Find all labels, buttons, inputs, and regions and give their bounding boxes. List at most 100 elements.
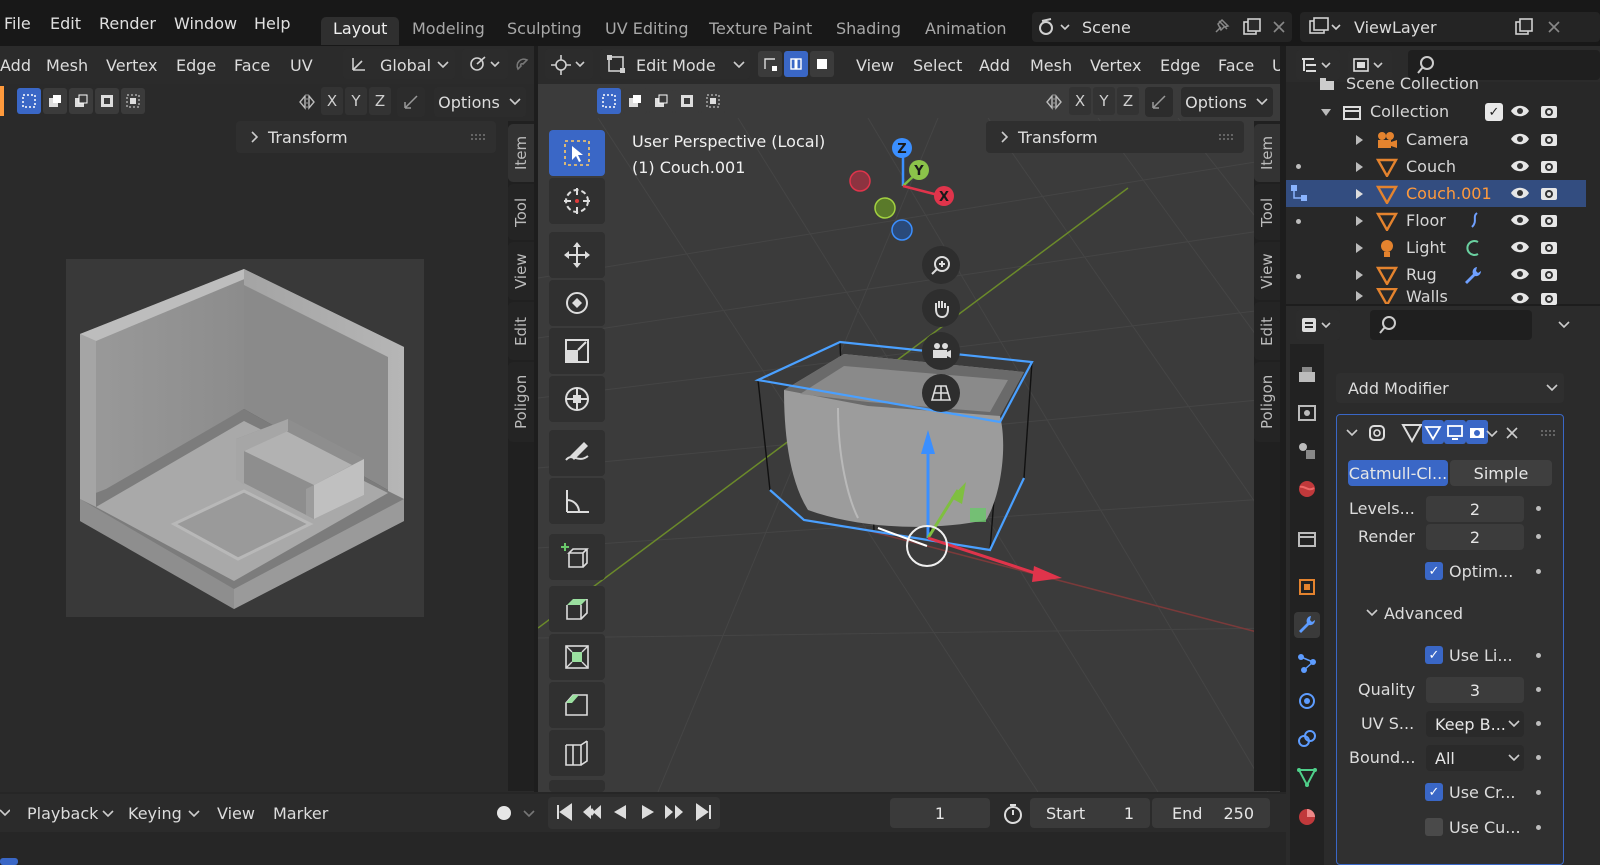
uv-options-dropdown[interactable]: Options [434, 87, 526, 117]
hide-in-viewport-icon[interactable] [1509, 101, 1531, 121]
playback-menu[interactable]: Playback [27, 804, 98, 823]
extrude-tool[interactable] [549, 586, 605, 632]
realtime-display-icon[interactable] [1444, 420, 1466, 444]
view-layer-properties-icon[interactable] [1294, 438, 1320, 464]
drag-handle-icon[interactable] [1540, 428, 1556, 438]
perspective-grid-icon[interactable] [922, 374, 960, 412]
viewport-sticky-icon[interactable] [1145, 87, 1173, 117]
keyframe-dot[interactable] [1536, 721, 1541, 726]
material-properties-icon[interactable] [1294, 804, 1320, 830]
select-intersect-icon[interactable] [121, 88, 145, 114]
uv-axis-x[interactable]: X [321, 87, 343, 115]
chevron-down-icon[interactable] [521, 806, 537, 822]
hand-pan-icon[interactable] [922, 289, 960, 327]
uv-tab-tool[interactable]: Tool [508, 184, 534, 240]
world-properties-icon[interactable] [1294, 476, 1320, 502]
add-menu[interactable]: Add [979, 56, 1010, 75]
use-creases-checkbox[interactable]: ✓ [1425, 783, 1443, 801]
uv-menu-face[interactable]: Face [234, 56, 270, 75]
jump-keyframe-next-icon[interactable] [662, 800, 686, 824]
tab-modeling[interactable]: Modeling [400, 17, 497, 45]
navigation-gizmo[interactable]: Z Y X [840, 130, 970, 250]
modifier-properties-icon[interactable] [1294, 612, 1320, 638]
viewport-tab-view[interactable]: View [1254, 242, 1280, 300]
disable-in-renders-icon[interactable] [1538, 237, 1560, 257]
uv-tab-edit[interactable]: Edit [508, 302, 534, 360]
menu-window[interactable]: Window [174, 14, 237, 33]
edge-select-icon[interactable] [784, 51, 808, 77]
optimal-display-checkbox[interactable]: ✓ [1425, 562, 1443, 580]
render-levels-field[interactable]: 2 [1426, 524, 1524, 550]
viewport-tab-tool[interactable]: Tool [1254, 184, 1280, 240]
timeline-scrollbar[interactable] [0, 858, 18, 865]
edge-menu[interactable]: Edge [1160, 56, 1200, 75]
keyframe-dot[interactable] [1536, 755, 1541, 760]
hide-in-viewport-icon[interactable] [1509, 291, 1531, 305]
collapse-chevron-icon[interactable] [1364, 604, 1380, 622]
chevron-down-icon[interactable] [0, 804, 10, 822]
disable-in-renders-icon[interactable] [1538, 291, 1560, 305]
hide-in-viewport-icon[interactable] [1509, 264, 1531, 284]
uv-axis-y[interactable]: Y [345, 87, 367, 115]
quality-field[interactable]: 3 [1426, 677, 1524, 703]
transform-orientation-label[interactable]: Global [380, 56, 431, 75]
uv-tab-item[interactable]: Item [508, 124, 534, 182]
chevron-down-icon[interactable] [1484, 426, 1500, 442]
properties-editor-type[interactable] [1296, 310, 1340, 340]
advanced-subpanel-label[interactable]: Advanced [1384, 604, 1463, 623]
menu-render[interactable]: Render [99, 14, 156, 33]
uv-tab-view[interactable]: View [508, 242, 534, 300]
keyframe-dot[interactable] [1536, 653, 1541, 658]
current-frame-field[interactable]: 1 [890, 798, 990, 828]
cursor-tool[interactable] [549, 178, 605, 224]
select-extend-icon[interactable] [623, 88, 647, 114]
viewport-axis-x[interactable]: X [1069, 87, 1091, 115]
levels-viewport-field[interactable]: 2 [1426, 496, 1524, 522]
scene-icon[interactable] [1036, 15, 1072, 39]
viewport-axis-y[interactable]: Y [1093, 87, 1115, 115]
rotate-tool[interactable] [549, 280, 605, 326]
uv-menu-truncated[interactable]: U [1272, 56, 1280, 75]
play-icon[interactable] [636, 800, 660, 824]
loop-cut-tool[interactable] [549, 730, 605, 776]
disable-in-renders-icon[interactable] [1538, 183, 1560, 203]
mode-label[interactable]: Edit Mode [636, 56, 716, 75]
new-scene-icon[interactable] [1240, 15, 1264, 39]
edit-mode-display-icon[interactable] [1400, 420, 1424, 444]
tab-uv-editing[interactable]: UV Editing [593, 17, 700, 45]
jump-start-icon[interactable] [552, 800, 576, 824]
uv-transform-panel[interactable]: Transform [236, 121, 496, 153]
menu-edit[interactable]: Edit [50, 14, 81, 33]
edit-mode-toggle-icon[interactable] [1288, 182, 1310, 204]
wrench-icon[interactable] [1462, 264, 1484, 286]
hide-in-viewport-icon[interactable] [1509, 156, 1531, 176]
end-frame-field[interactable]: End 250 [1152, 798, 1270, 828]
face-menu[interactable]: Face [1218, 56, 1254, 75]
uv-menu-vertex[interactable]: Vertex [106, 56, 157, 75]
edit-toggle-dot[interactable] [1296, 219, 1301, 224]
mesh-select-mode[interactable] [758, 51, 834, 77]
select-invert-icon[interactable] [95, 88, 119, 114]
inset-tool[interactable] [549, 634, 605, 680]
snap-icon[interactable] [512, 53, 534, 77]
viewport-select-mode-group[interactable] [597, 88, 725, 114]
collection-properties-icon[interactable] [1294, 526, 1320, 552]
viewport-tab-edit[interactable]: Edit [1254, 302, 1280, 360]
camera-view-icon[interactable] [922, 332, 960, 370]
disable-in-renders-icon[interactable] [1538, 210, 1560, 230]
select-box-tool[interactable] [549, 130, 605, 176]
edit-toggle-dot[interactable] [1296, 164, 1301, 169]
jump-end-icon[interactable] [692, 800, 716, 824]
mirror-icon[interactable] [1043, 89, 1065, 115]
uv-menu-edge[interactable]: Edge [176, 56, 216, 75]
new-view-layer-icon[interactable] [1512, 15, 1536, 39]
uv-sticky-icon[interactable] [397, 87, 425, 117]
hide-in-viewport-icon[interactable] [1509, 129, 1531, 149]
viewport-axis-toggle-group[interactable]: X Y Z [1069, 87, 1139, 115]
mirror-icon[interactable] [296, 89, 318, 115]
object-properties-icon[interactable] [1294, 574, 1320, 600]
uv-axis-z[interactable]: Z [369, 87, 391, 115]
modifier-icon[interactable] [1464, 210, 1484, 230]
view-layer-name[interactable]: ViewLayer [1354, 18, 1437, 37]
pin-icon[interactable] [1210, 16, 1232, 38]
